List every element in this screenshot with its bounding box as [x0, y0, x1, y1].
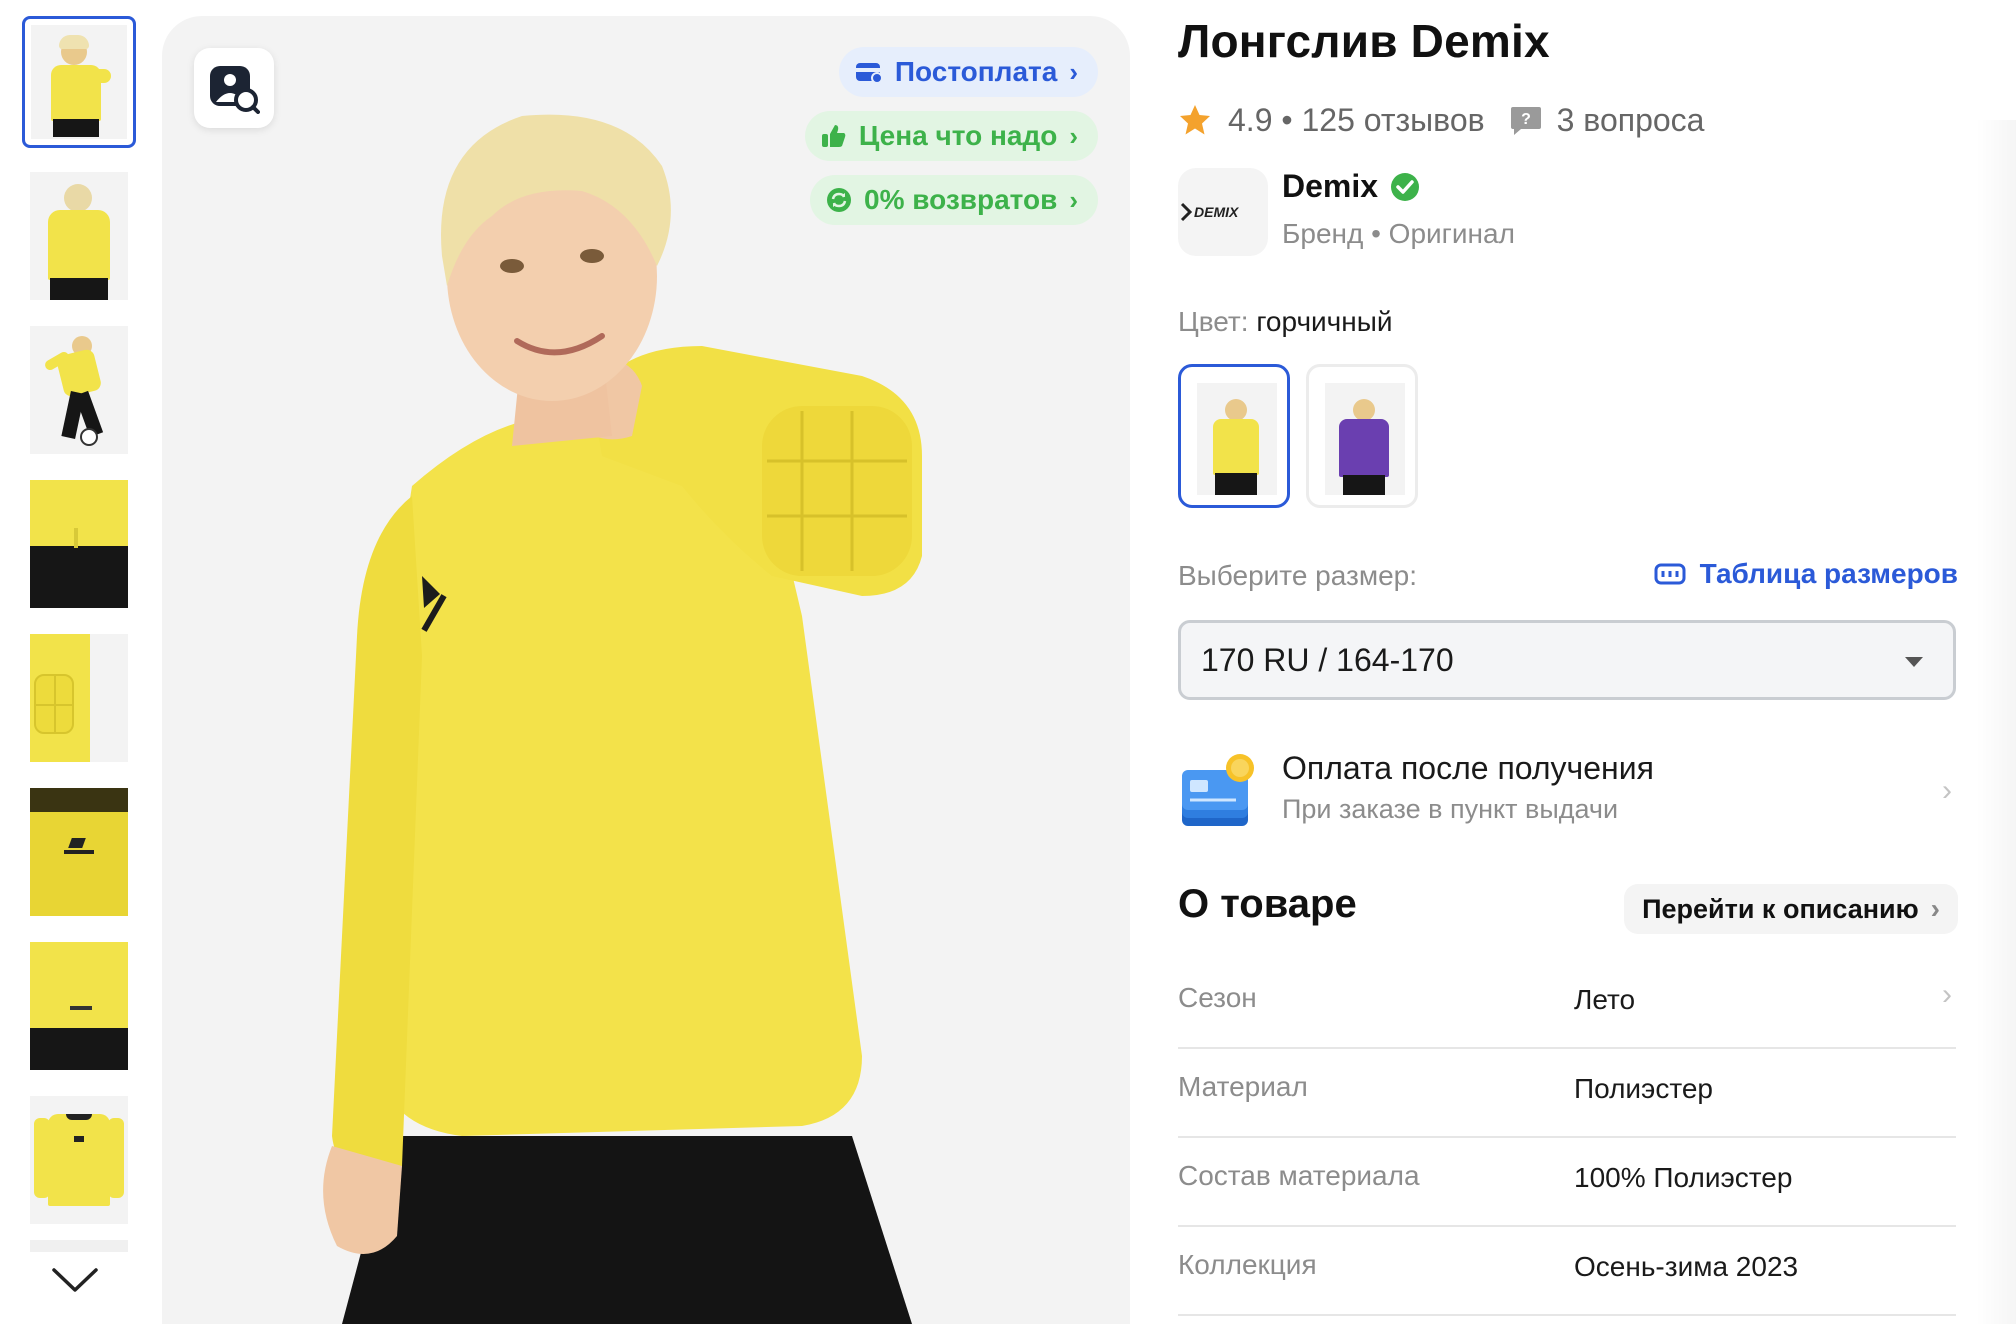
thumbnail-image [30, 326, 128, 454]
return-arrows-icon [827, 188, 852, 212]
spec-key: Материал [1178, 1071, 1308, 1102]
star-icon [1180, 105, 1210, 135]
thumbnail-image [30, 480, 128, 608]
chevron-down-icon [52, 1268, 98, 1292]
thumbnail-7[interactable] [22, 940, 136, 1072]
rating-row: 4.9 • 125 отзывов ? 3 вопроса [1178, 98, 1704, 142]
product-info-panel: Лонгслив Demix 4.9 • 125 отзывов ? 3 воп… [1178, 0, 1958, 1324]
wallet-icon [855, 63, 883, 84]
rating-separator: • [1272, 101, 1302, 138]
spec-value: 100% Полиэстер [1574, 1162, 1793, 1193]
thumbnail-5[interactable] [22, 632, 136, 764]
verified-check-icon [1391, 172, 1420, 201]
returns-badge[interactable]: 0% возвратов › [810, 175, 1098, 225]
postpay-badge-label: Постоплата [894, 56, 1058, 87]
thumbnail-8[interactable] [22, 1094, 136, 1226]
reviews-link[interactable]: 125 отзывов [1301, 102, 1484, 139]
question-bubble-icon: ? [1510, 107, 1541, 135]
thumbnail-3[interactable] [22, 324, 136, 456]
demix-logo-icon: DEMIX [1180, 202, 1240, 222]
dropdown-arrow-icon [1905, 657, 1923, 667]
color-swatch-purple[interactable] [1306, 364, 1418, 508]
spec-row-composition: Состав материала 100% Полиэстер [1178, 1138, 1956, 1227]
spec-key: Коллекция [1178, 1249, 1317, 1280]
thumbnail-4[interactable] [22, 478, 136, 610]
thumbnail-2[interactable] [22, 170, 136, 302]
thumbnail-1[interactable] [22, 16, 136, 148]
price-badge[interactable]: Цена что надо › [804, 111, 1098, 161]
brand-row: DEMIX Demix Бренд • Оригинал [1178, 168, 1878, 258]
chevron-right-icon: › [1930, 893, 1940, 924]
brand-name-link[interactable]: Demix [1282, 168, 1420, 205]
thumbnail-6[interactable] [22, 786, 136, 918]
svg-text:?: ? [1521, 111, 1531, 128]
thumbnail-more-peek [30, 1240, 128, 1252]
chevron-right-icon: › [1069, 56, 1078, 87]
thumbnail-image [30, 634, 128, 762]
thumbnail-image [30, 788, 128, 916]
go-to-description-label: Перейти к описанию [1642, 893, 1919, 924]
brand-name: Demix [1282, 168, 1379, 204]
spec-key: Состав материала [1178, 1160, 1420, 1191]
payment-subtitle: При заказе в пункт выдачи [1282, 794, 1619, 824]
rating-value: 4.9 [1228, 101, 1273, 138]
payment-title: Оплата после получения [1282, 750, 1654, 786]
product-title: Лонгслив Demix [1178, 15, 1550, 67]
returns-badge-label: 0% возвратов [864, 184, 1058, 215]
thumbnail-image [30, 172, 128, 300]
chevron-right-icon: › [1942, 978, 1952, 1011]
color-value: горчичный [1256, 306, 1393, 337]
payment-after-receipt-row[interactable]: Оплата после получения При заказе в пунк… [1178, 740, 1956, 840]
spec-key: Сезон [1178, 982, 1257, 1013]
image-search-icon [210, 66, 260, 114]
spec-row-collection: Коллекция Осень-зима 2023 [1178, 1227, 1956, 1316]
spec-value: Осень-зима 2023 [1574, 1251, 1799, 1282]
thumbs-up-icon [821, 125, 846, 147]
chevron-right-icon: › [1069, 120, 1078, 151]
color-swatch-yellow[interactable] [1178, 364, 1290, 508]
price-badge-label: Цена что надо [858, 120, 1058, 151]
ruler-icon [1654, 563, 1686, 585]
spec-value: Полиэстер [1574, 1073, 1714, 1104]
about-product-heading: О товаре [1178, 882, 1357, 926]
thumbnails-scroll-down-button[interactable] [50, 1262, 100, 1296]
spec-row-season[interactable]: Сезон Лето › [1178, 960, 1956, 1049]
thumbnail-image [30, 942, 128, 1070]
postpay-badge[interactable]: Постоплата › [838, 47, 1098, 97]
svg-text:DEMIX: DEMIX [1194, 204, 1240, 220]
size-label: Выберите размер: [1178, 560, 1418, 591]
credit-cards-icon [1182, 754, 1254, 826]
size-table-link[interactable]: Таблица размеров [1654, 558, 1958, 590]
brand-subtitle: Бренд • Оригинал [1282, 218, 1515, 249]
chevron-right-icon: › [1069, 184, 1078, 215]
spec-value: Лето [1574, 984, 1636, 1015]
swatch-image [1325, 383, 1405, 495]
go-to-description-button[interactable]: Перейти к описанию › [1624, 884, 1958, 934]
size-table-label: Таблица размеров [1699, 558, 1958, 589]
main-product-photo[interactable]: Постоплата › Цена что надо › 0% возврато… [162, 16, 1130, 1324]
size-select[interactable]: 170 RU / 164-170 [1178, 620, 1956, 700]
size-selected-value: 170 RU / 164-170 [1201, 641, 1454, 678]
brand-logo[interactable]: DEMIX [1178, 168, 1268, 256]
search-by-photo-button[interactable] [194, 48, 274, 128]
swatch-image [1197, 383, 1277, 495]
color-label: Цвет: горчичный [1178, 306, 1393, 337]
questions-link[interactable]: 3 вопроса [1557, 102, 1705, 139]
thumbnail-image [30, 1096, 128, 1224]
spec-row-material: Материал Полиэстер [1178, 1049, 1956, 1138]
thumbnail-image [31, 25, 127, 139]
chevron-right-icon: › [1942, 774, 1952, 807]
right-edge-shadow [1976, 120, 2016, 1324]
